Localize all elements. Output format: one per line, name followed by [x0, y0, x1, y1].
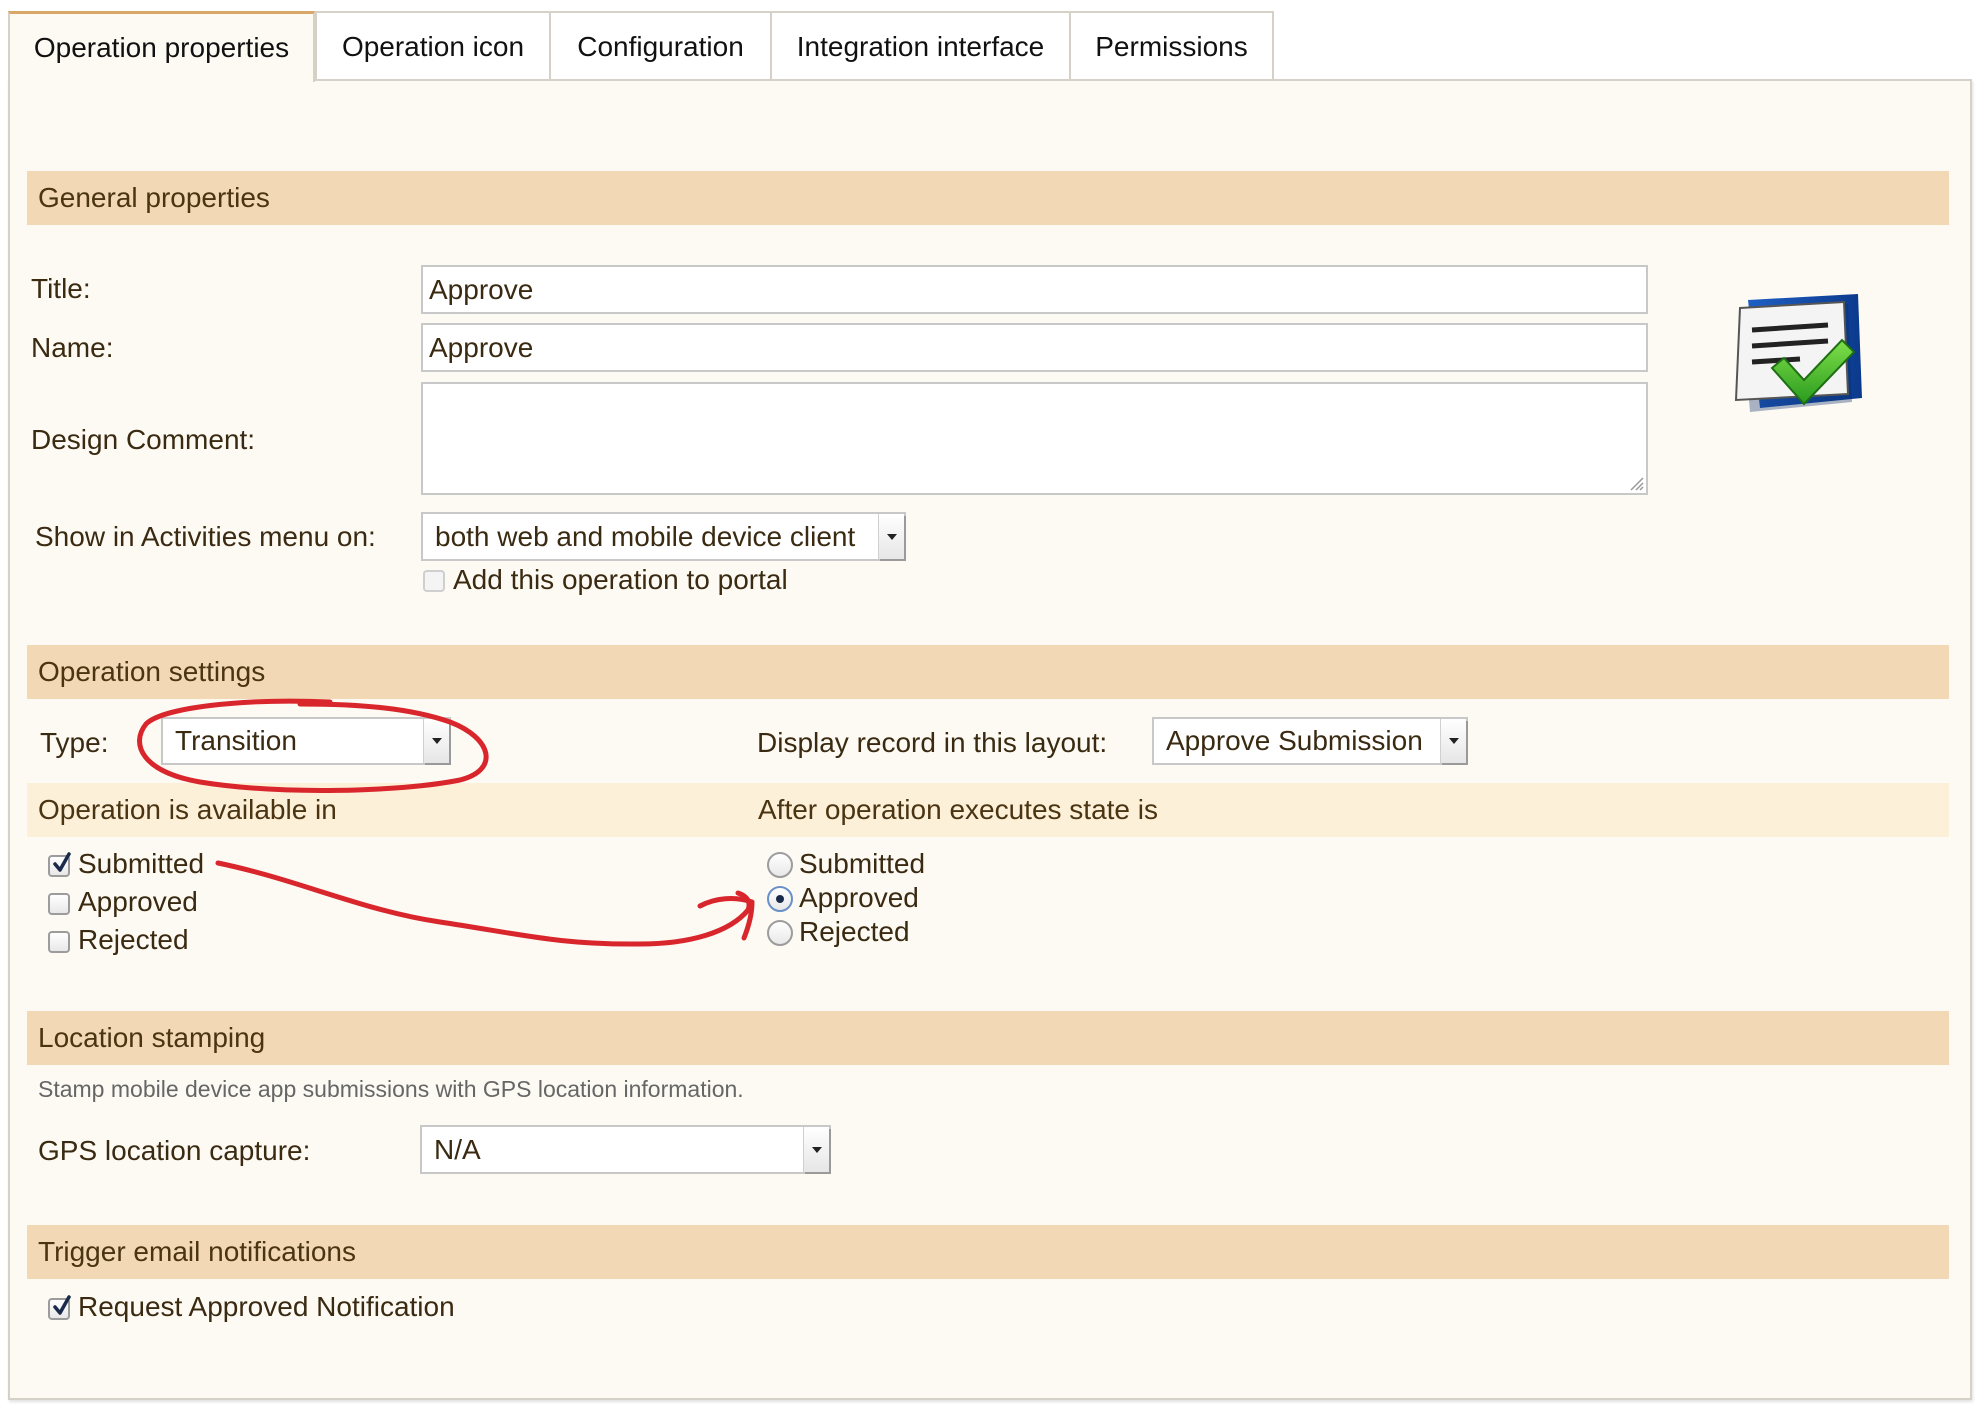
request-approved-label: Request Approved Notification: [78, 1291, 455, 1322]
radio-dot: [776, 895, 784, 903]
after-approved-label: Approved: [799, 882, 919, 913]
type-select[interactable]: Transition: [161, 717, 451, 765]
title-label: Title:: [31, 273, 91, 304]
design-comment-label: Design Comment:: [31, 424, 256, 455]
checkmark-icon: [53, 1295, 71, 1315]
checkmark-icon: [53, 852, 71, 872]
tab-configuration[interactable]: Configuration: [549, 11, 772, 81]
show-in-activities-label: Show in Activities menu on:: [35, 521, 376, 552]
tab-integration-interface[interactable]: Integration interface: [770, 11, 1071, 81]
chevron-down-icon: [878, 514, 904, 559]
gps-capture-select[interactable]: N/A: [420, 1125, 831, 1174]
available-in-header: Operation is available in: [27, 783, 747, 837]
add-to-portal-checkbox[interactable]: [423, 570, 445, 592]
display-layout-value: Approve Submission: [1166, 725, 1423, 756]
gps-capture-label: GPS location capture:: [38, 1135, 311, 1166]
type-label: Type:: [40, 727, 109, 758]
available-approved-label: Approved: [78, 886, 198, 917]
after-approved-radio[interactable]: [767, 886, 793, 912]
show-in-activities-value: both web and mobile device client: [435, 520, 856, 552]
document-approve-icon: [1734, 294, 1862, 412]
after-rejected-label: Rejected: [799, 916, 910, 947]
general-properties-header: General properties: [27, 171, 1949, 225]
operation-editor: Operation properties Operation icon Conf…: [0, 0, 1980, 1404]
resize-grip-icon[interactable]: [1628, 475, 1644, 491]
name-label: Name:: [31, 332, 114, 363]
after-state-header: After operation executes state is: [747, 783, 1949, 837]
after-submitted-radio[interactable]: [767, 852, 793, 878]
location-helper-text: Stamp mobile device app submissions with…: [38, 1076, 744, 1102]
request-approved-checkbox[interactable]: [48, 1295, 71, 1320]
name-input[interactable]: [421, 323, 1648, 372]
display-layout-select[interactable]: Approve Submission: [1152, 717, 1468, 765]
design-comment-textarea[interactable]: [421, 382, 1648, 495]
available-approved-checkbox[interactable]: [48, 893, 70, 915]
operation-settings-header: Operation settings: [27, 645, 1949, 699]
title-input[interactable]: [421, 265, 1648, 314]
tab-permissions[interactable]: Permissions: [1069, 11, 1274, 81]
available-submitted-checkbox[interactable]: [48, 852, 71, 877]
after-rejected-radio[interactable]: [767, 920, 793, 946]
show-in-activities-select[interactable]: both web and mobile device client: [421, 512, 906, 561]
location-stamping-header: Location stamping: [27, 1011, 1949, 1065]
type-value: Transition: [175, 725, 297, 756]
email-notifications-header: Trigger email notifications: [27, 1225, 1949, 1279]
add-to-portal-label: Add this operation to portal: [453, 564, 788, 595]
tab-operation-properties[interactable]: Operation properties: [8, 11, 315, 82]
display-layout-label: Display record in this layout:: [757, 727, 1108, 758]
available-rejected-checkbox[interactable]: [48, 931, 70, 953]
chevron-down-icon: [803, 1127, 829, 1172]
available-rejected-label: Rejected: [78, 924, 189, 955]
gps-capture-value: N/A: [434, 1133, 481, 1165]
chevron-down-icon: [423, 719, 449, 763]
after-submitted-label: Submitted: [799, 848, 926, 879]
tab-operation-icon[interactable]: Operation icon: [315, 11, 551, 81]
chevron-down-icon: [1440, 719, 1466, 763]
available-submitted-label: Submitted: [78, 848, 205, 879]
